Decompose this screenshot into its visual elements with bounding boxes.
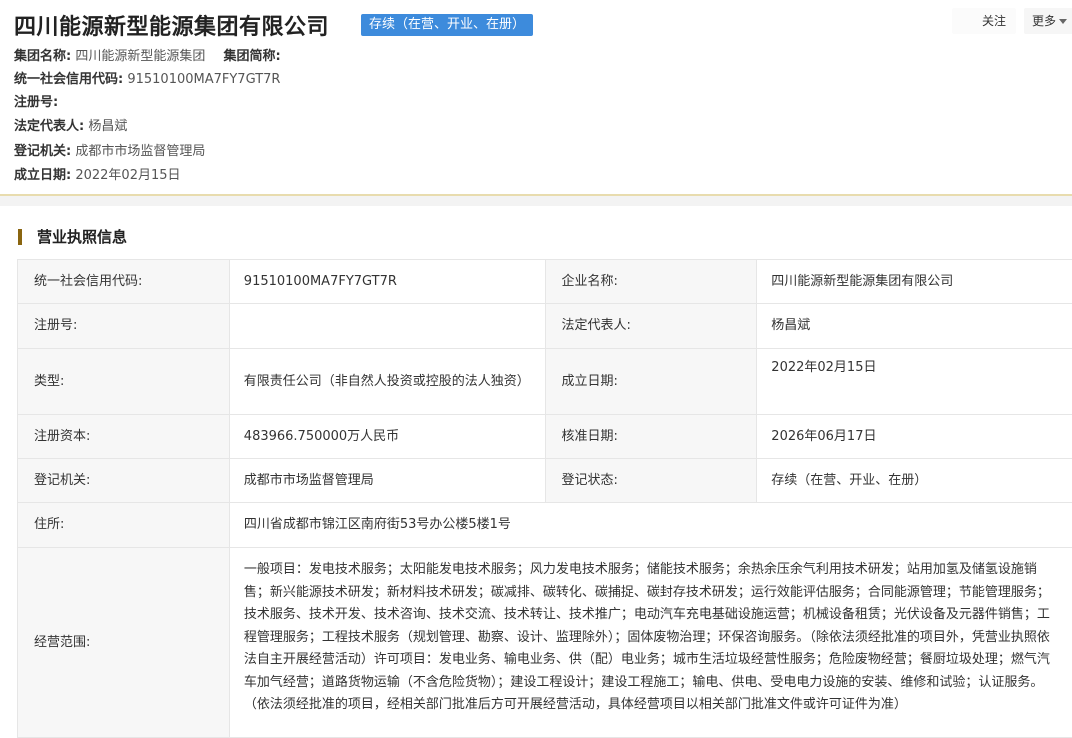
legal-rep-line: 法定代表人: 杨昌斌 — [14, 115, 127, 134]
founded-label: 成立日期: — [14, 168, 72, 183]
founded-cell: 2022年02月15日 — [757, 349, 1072, 414]
address-cell: 四川省成都市锦江区南府街53号办公楼5楼1号 — [230, 503, 1072, 547]
section-title-text: 营业执照信息 — [37, 228, 128, 246]
status-badge: 存续（在营、开业、在册） — [361, 14, 534, 36]
follow-button[interactable]: 关注 — [952, 8, 1016, 34]
legal-rep-key: 法定代表人: — [545, 304, 758, 348]
section-bar — [18, 229, 22, 245]
credit-code-key: 统一社会信用代码: — [18, 260, 230, 303]
legal-rep-label: 法定代表人: — [14, 119, 85, 134]
table-row: 类型: 有限责任公司（非自然人投资或控股的法人独资） 成立日期: 2022年02… — [18, 349, 1072, 415]
more-button[interactable]: 更多 — [1024, 8, 1072, 34]
table-row: 登记机关: 成都市市场监督管理局 登记状态: 存续（在营、开业、在册） — [18, 459, 1072, 503]
capital-cell: 483966.750000万人民币 — [230, 415, 546, 458]
credit-code-cell: 91510100MA7FY7GT7R — [230, 260, 546, 303]
company-header: 四川能源新型能源集团有限公司 存续（在营、开业、在册） 关注 更多 集团名称: … — [0, 0, 1072, 196]
credit-code-label: 统一社会信用代码: — [14, 72, 124, 87]
type-cell: 有限责任公司（非自然人投资或控股的法人独资） — [230, 349, 546, 414]
scope-cell: 一般项目：发电技术服务；太阳能发电技术服务；风力发电技术服务；储能技术服务；余热… — [230, 548, 1072, 737]
group-name-line: 集团名称: 四川能源新型能源集团 集团简称: — [14, 45, 281, 64]
founded-value: 2022年02月15日 — [75, 168, 181, 183]
license-table: 统一社会信用代码: 91510100MA7FY7GT7R 企业名称: 四川能源新… — [17, 259, 1072, 738]
caret-down-icon — [1059, 19, 1068, 24]
reg-status-key: 登记状态: — [545, 459, 758, 502]
authority-line: 登记机关: 成都市市场监督管理局 — [14, 140, 205, 159]
authority-key: 登记机关: — [18, 459, 230, 502]
section-title: 营业执照信息 — [18, 227, 127, 247]
table-row: 注册号: 法定代表人: 杨昌斌 — [18, 304, 1072, 349]
scope-key: 经营范围: — [18, 548, 230, 737]
group-name-label: 集团名称: — [14, 49, 72, 64]
founded-key: 成立日期: — [545, 349, 758, 414]
type-key: 类型: — [18, 349, 230, 414]
company-key: 企业名称: — [545, 260, 758, 303]
authority-label: 登记机关: — [14, 144, 72, 159]
credit-code-line: 统一社会信用代码: 91510100MA7FY7GT7R — [14, 68, 280, 87]
table-row: 注册资本: 483966.750000万人民币 核准日期: 2026年06月17… — [18, 415, 1072, 459]
approved-cell: 2026年06月17日 — [757, 415, 1072, 458]
reg-no-key: 注册号: — [18, 304, 230, 348]
company-name: 四川能源新型能源集团有限公司 — [14, 15, 330, 40]
section-gap — [0, 196, 1072, 206]
authority-value: 成都市市场监督管理局 — [75, 144, 206, 159]
company-cell: 四川能源新型能源集团有限公司 — [757, 260, 1072, 303]
reg-status-cell: 存续（在营、开业、在册） — [757, 459, 1072, 502]
credit-code-value: 91510100MA7FY7GT7R — [127, 72, 281, 87]
approved-key: 核准日期: — [545, 415, 758, 458]
table-row: 经营范围: 一般项目：发电技术服务；太阳能发电技术服务；风力发电技术服务；储能技… — [18, 548, 1072, 738]
more-label: 更多 — [1032, 14, 1057, 28]
founded-line: 成立日期: 2022年02月15日 — [14, 164, 181, 183]
group-name-value: 四川能源新型能源集团 — [75, 49, 206, 64]
table-row: 统一社会信用代码: 91510100MA7FY7GT7R 企业名称: 四川能源新… — [18, 260, 1072, 304]
group-short-label: 集团简称: — [223, 49, 281, 64]
reg-no-cell — [230, 304, 546, 348]
reg-no-line: 注册号: — [14, 91, 58, 110]
legal-rep-cell[interactable]: 杨昌斌 — [757, 304, 1072, 348]
capital-key: 注册资本: — [18, 415, 230, 458]
table-row: 住所: 四川省成都市锦江区南府街53号办公楼5楼1号 — [18, 503, 1072, 548]
authority-cell: 成都市市场监督管理局 — [230, 459, 546, 502]
address-key: 住所: — [18, 503, 230, 547]
reg-no-label: 注册号: — [14, 95, 59, 110]
legal-rep-value[interactable]: 杨昌斌 — [88, 119, 127, 134]
